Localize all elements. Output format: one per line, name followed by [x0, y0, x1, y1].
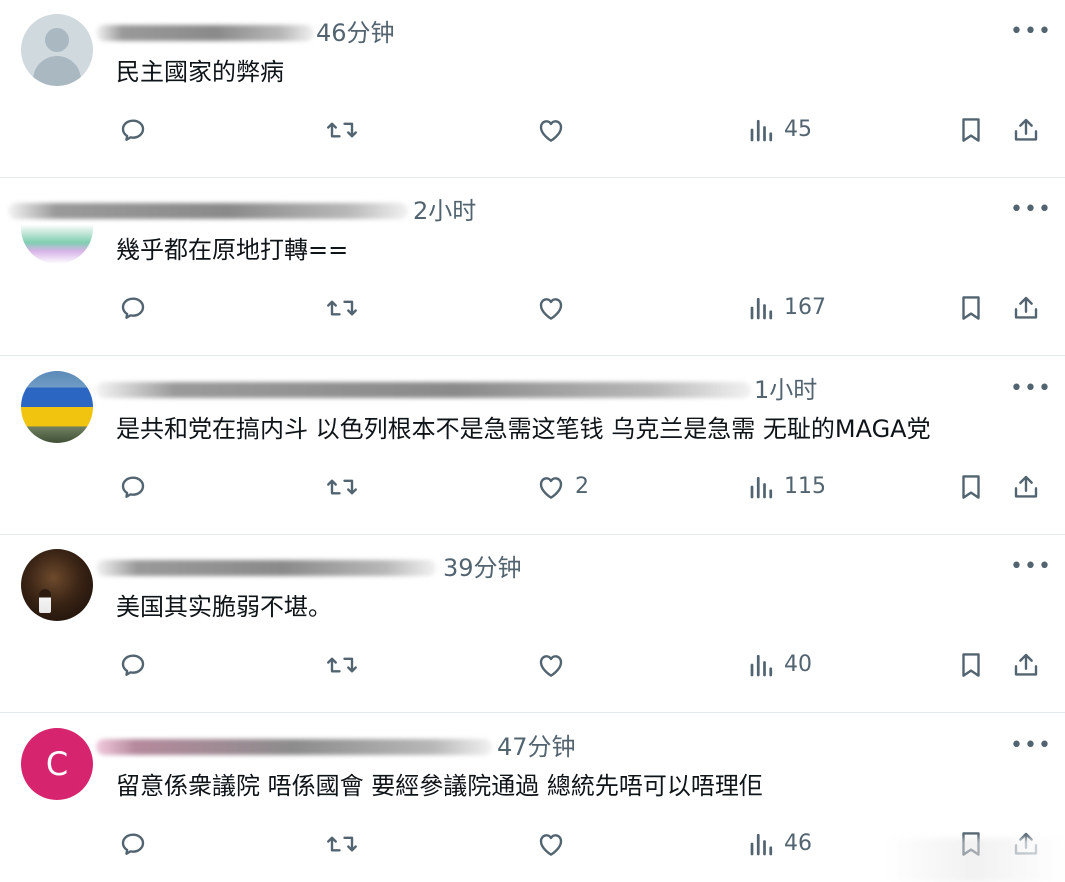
heart-icon [539, 655, 563, 677]
views-button[interactable]: 46 [748, 828, 812, 860]
repost-icon [327, 657, 357, 673]
like-button[interactable]: 2 [535, 471, 589, 503]
share-button[interactable] [1011, 114, 1041, 146]
reply-icon [121, 833, 145, 855]
bookmark-button[interactable] [957, 649, 985, 681]
share-button[interactable] [1011, 649, 1041, 681]
timestamp[interactable]: 1小时 [754, 374, 817, 406]
blurred-username[interactable] [96, 739, 492, 755]
reply-post[interactable]: 39分钟 ••• 美国其实脆弱不堪。 40 [0, 535, 1065, 713]
repost-button[interactable] [325, 649, 359, 681]
bookmark-button[interactable] [957, 471, 985, 503]
blurred-username[interactable] [96, 560, 436, 576]
reply-post[interactable]: 2小时 ••• 幾乎都在原地打轉== 167 [0, 178, 1065, 356]
post-text: 民主國家的弊病 [116, 58, 284, 86]
repost-icon [327, 836, 357, 852]
share-button[interactable] [1011, 471, 1041, 503]
reply-button[interactable] [118, 828, 148, 860]
view-count: 40 [784, 652, 812, 677]
like-button[interactable] [535, 292, 575, 324]
repost-icon [327, 122, 357, 138]
repost-icon [327, 300, 357, 316]
blurred-username[interactable] [96, 25, 314, 41]
heart-icon [539, 298, 563, 320]
views-icon [750, 297, 773, 320]
more-options-button[interactable]: ••• [1010, 196, 1051, 224]
post-text: 是共和党在搞内斗 以色列根本不是急需这笔钱 乌克兰是急需 无耻的MAGA党 [116, 415, 931, 443]
view-count: 45 [784, 117, 812, 142]
reply-button[interactable] [118, 649, 148, 681]
like-button[interactable] [535, 114, 575, 146]
repost-button[interactable] [325, 292, 359, 324]
repost-button[interactable] [325, 114, 359, 146]
views-icon [750, 654, 773, 677]
reply-icon [121, 297, 145, 319]
heart-icon [539, 834, 563, 856]
reply-icon [121, 654, 145, 676]
avatar-body-shape [33, 56, 81, 86]
views-icon [750, 833, 773, 856]
more-options-button[interactable]: ••• [1010, 18, 1051, 46]
more-options-button[interactable]: ••• [1010, 553, 1051, 581]
reply-post[interactable]: 46分钟 ••• 民主國家的弊病 45 [0, 0, 1065, 178]
like-count: 2 [575, 474, 589, 499]
timestamp[interactable]: 47分钟 [497, 731, 576, 763]
post-text: 美国其实脆弱不堪。 [116, 593, 332, 621]
avatar[interactable] [21, 371, 93, 443]
reply-button[interactable] [118, 471, 148, 503]
timestamp[interactable]: 46分钟 [316, 17, 395, 49]
view-count: 115 [784, 474, 826, 499]
more-options-button[interactable]: ••• [1010, 732, 1051, 760]
views-icon [750, 476, 773, 499]
view-count: 167 [784, 295, 826, 320]
blurred-username[interactable] [96, 382, 751, 398]
share-icon [1014, 653, 1038, 676]
post-text: 幾乎都在原地打轉== [116, 236, 349, 264]
heart-icon [539, 120, 563, 142]
share-icon [1014, 118, 1038, 141]
reply-feed: 46分钟 ••• 民主國家的弊病 45 2小时 ••• 幾乎都在原地打轉== 1… [0, 0, 1065, 882]
like-button[interactable] [535, 649, 575, 681]
repost-icon [327, 479, 357, 495]
reply-icon [121, 476, 145, 498]
bookmark-icon [962, 296, 980, 320]
repost-button[interactable] [325, 828, 359, 860]
avatar[interactable] [21, 14, 93, 86]
like-button[interactable] [535, 828, 575, 860]
timestamp[interactable]: 2小时 [413, 195, 476, 227]
share-icon [1014, 475, 1038, 498]
views-button[interactable]: 115 [748, 471, 826, 503]
bookmark-icon [962, 475, 980, 499]
reply-button[interactable] [118, 114, 148, 146]
view-count: 46 [784, 831, 812, 856]
more-options-button[interactable]: ••• [1010, 375, 1051, 403]
avatar[interactable]: C [21, 728, 93, 800]
views-button[interactable]: 45 [748, 114, 812, 146]
avatar[interactable] [21, 549, 93, 621]
avatar-head-shape [45, 28, 69, 52]
views-button[interactable]: 167 [748, 292, 826, 324]
avatar-figure-shape [39, 589, 51, 613]
heart-icon [539, 477, 563, 499]
reply-post[interactable]: 1小时 ••• 是共和党在搞内斗 以色列根本不是急需这笔钱 乌克兰是急需 无耻的… [0, 357, 1065, 535]
repost-button[interactable] [325, 471, 359, 503]
reply-button[interactable] [118, 292, 148, 324]
share-icon [1014, 296, 1038, 319]
bookmark-icon [962, 653, 980, 677]
post-text: 留意係衆議院 唔係國會 要經參議院通過 總統先唔可以唔理佢 [116, 772, 763, 800]
watermark-blur [884, 838, 1065, 882]
share-button[interactable] [1011, 292, 1041, 324]
views-button[interactable]: 40 [748, 649, 812, 681]
bookmark-icon [962, 118, 980, 142]
timestamp[interactable]: 39分钟 [443, 552, 522, 584]
reply-icon [121, 119, 145, 141]
bookmark-button[interactable] [957, 292, 985, 324]
views-icon [750, 119, 773, 142]
bookmark-button[interactable] [957, 114, 985, 146]
blurred-username[interactable] [8, 203, 408, 219]
